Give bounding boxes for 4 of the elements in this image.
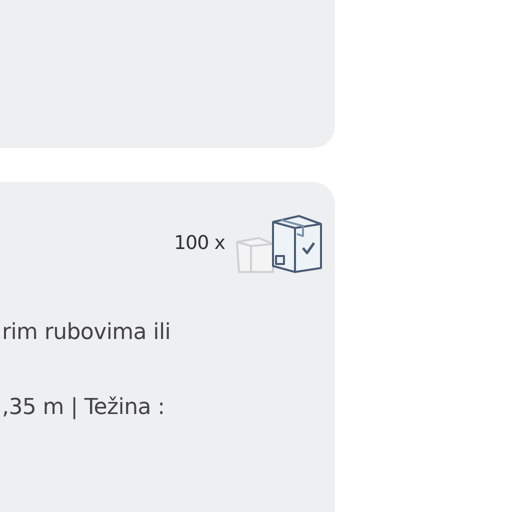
description-line: rim rubovima ili	[2, 320, 172, 346]
description-line: ,35 m | Težina :	[2, 395, 166, 421]
boxes-icon	[233, 212, 325, 274]
quantity-label: 100 x	[174, 232, 225, 254]
